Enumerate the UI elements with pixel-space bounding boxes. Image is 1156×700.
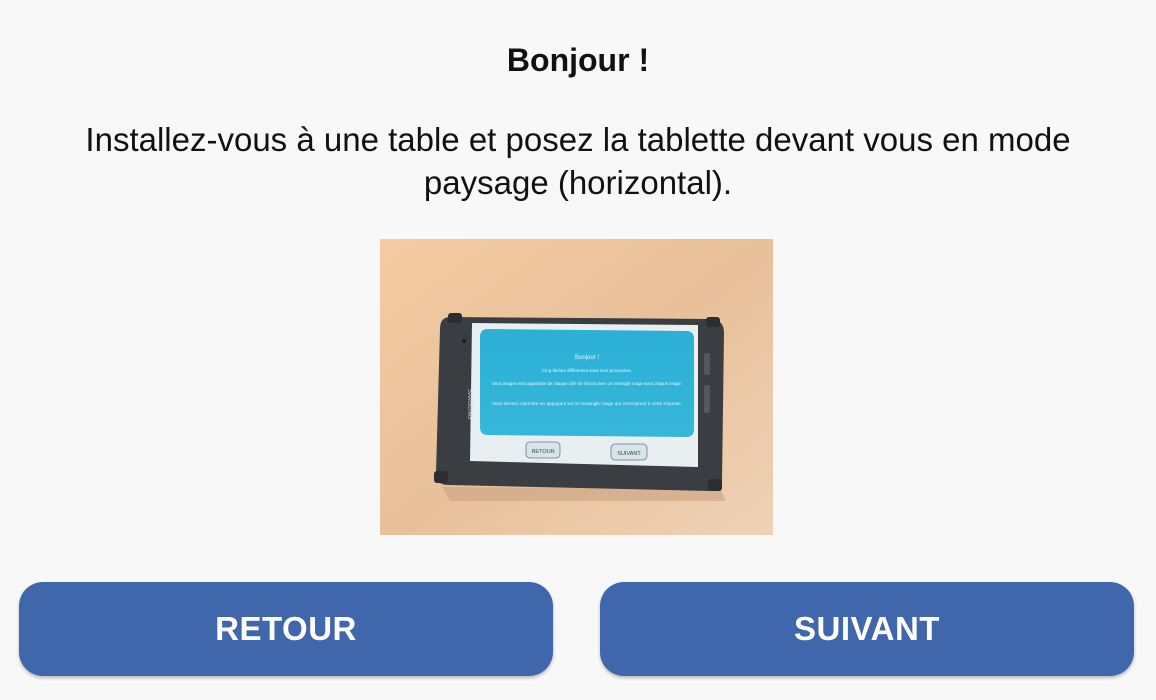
back-button[interactable]: RETOUR xyxy=(19,582,553,676)
welcome-screen: Bonjour ! Installez-vous à une table et … xyxy=(0,0,1156,700)
next-button[interactable]: SUIVANT xyxy=(600,582,1134,676)
inner-screen-title: Bonjour ! xyxy=(575,355,599,361)
tablet-placement-photo: SAMSUNG Bonjour ! Cinq tâches différente… xyxy=(380,239,773,535)
page-title: Bonjour ! xyxy=(506,42,650,78)
inner-screen-line1: Cinq tâches différentes vous sont propos… xyxy=(542,368,632,373)
inner-next-button-label: SUIVANT xyxy=(617,451,641,457)
inner-back-button-label: RETOUR xyxy=(531,449,554,455)
instructions-text: Installez-vous à une table et posez la t… xyxy=(85,121,1071,201)
back-button-label: RETOUR xyxy=(215,610,357,647)
inner-screen-line2: Deux images vont apparaître de chaque cô… xyxy=(492,381,682,386)
next-button-label: SUIVANT xyxy=(794,610,940,647)
inner-screen-line3: Vous devrez répondre en appuyant sur le … xyxy=(492,401,682,406)
tablet-brand-text: SAMSUNG xyxy=(466,389,472,420)
